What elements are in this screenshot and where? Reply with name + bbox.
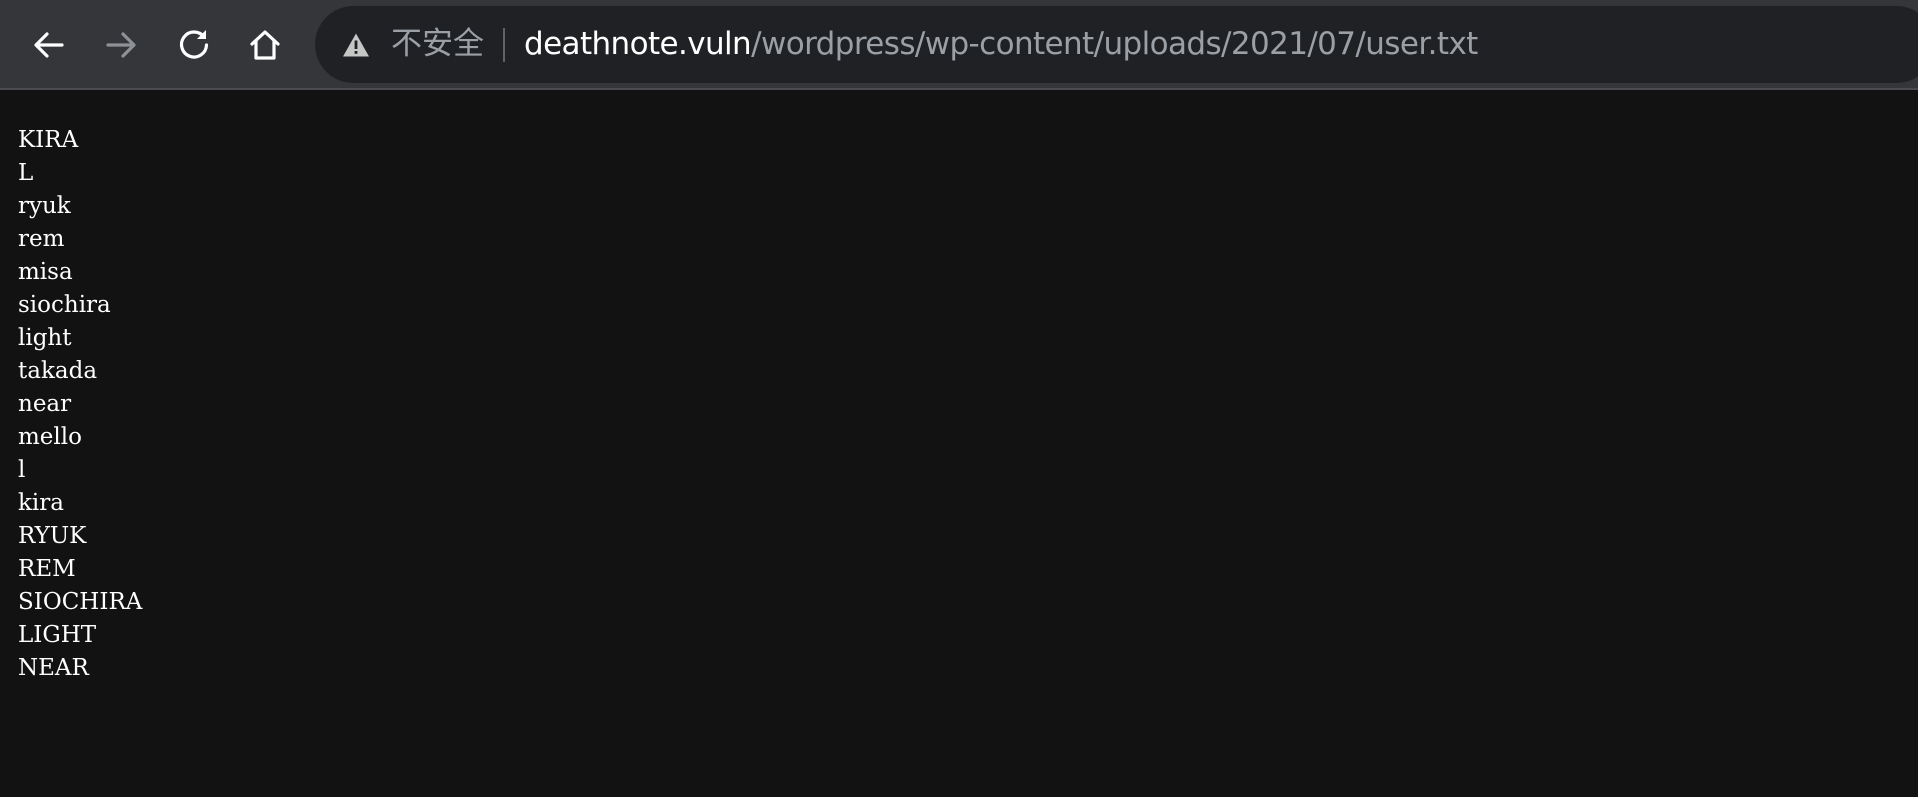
warning-triangle-icon[interactable] bbox=[342, 32, 370, 58]
text-line: rem bbox=[18, 226, 65, 252]
text-line: takada bbox=[18, 358, 98, 384]
text-line: KIRA bbox=[18, 127, 79, 153]
text-line: near bbox=[18, 391, 72, 417]
security-status-label[interactable]: 不安全 bbox=[391, 6, 484, 83]
text-line: L bbox=[18, 160, 34, 186]
text-line: mello bbox=[18, 424, 82, 450]
text-line: misa bbox=[18, 259, 73, 285]
reload-icon bbox=[179, 30, 209, 59]
text-line: light bbox=[18, 325, 72, 351]
back-button[interactable] bbox=[27, 23, 71, 67]
home-icon bbox=[250, 30, 280, 60]
browser-toolbar: 不安全 deathnote.vuln/wordpress/wp-content/… bbox=[0, 0, 1918, 90]
arrow-right-icon bbox=[106, 32, 136, 58]
url-path: /wordpress/wp-content/uploads/2021/07/us… bbox=[751, 26, 1478, 62]
text-line: l bbox=[18, 457, 26, 483]
url-text[interactable]: deathnote.vuln/wordpress/wp-content/uplo… bbox=[524, 6, 1478, 83]
arrow-left-icon bbox=[34, 32, 64, 58]
url-separator bbox=[503, 28, 505, 62]
url-host: deathnote.vuln bbox=[524, 26, 752, 62]
forward-button[interactable] bbox=[99, 23, 143, 67]
plain-text-document: KIRA Lryuk rem misa siochira light takada near m… bbox=[18, 124, 142, 685]
home-button[interactable] bbox=[243, 23, 287, 67]
text-line: NEAR bbox=[18, 655, 89, 681]
address-bar[interactable]: 不安全 deathnote.vuln/wordpress/wp-content/… bbox=[315, 6, 1918, 83]
text-line: REM bbox=[18, 556, 76, 582]
reload-button[interactable] bbox=[172, 23, 216, 67]
text-line: LIGHT bbox=[18, 622, 97, 648]
text-line: kira bbox=[18, 490, 64, 516]
text-line: SIOCHIRA bbox=[18, 589, 143, 615]
text-line: siochira bbox=[18, 292, 111, 318]
text-line: RYUK bbox=[18, 523, 87, 549]
text-line: ryuk bbox=[18, 193, 71, 219]
